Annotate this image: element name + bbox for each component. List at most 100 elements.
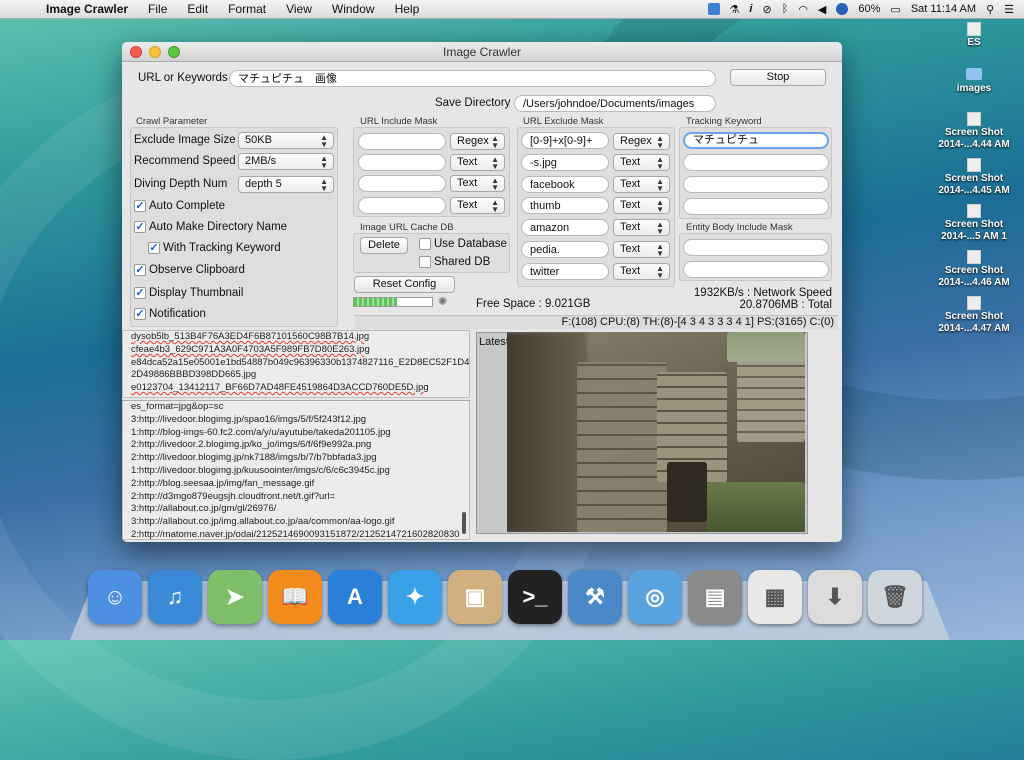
exclude-mask-input-5[interactable]: amazon xyxy=(521,219,609,236)
tracking-keyword-input-1[interactable]: マチュピチュ xyxy=(683,132,829,149)
exclude-mask-mode-7[interactable]: Text ▲ ▼ xyxy=(613,263,670,280)
menu-window[interactable]: Window xyxy=(322,2,385,16)
spotlight-icon[interactable]: ⚲ xyxy=(986,3,994,16)
downloads-icon[interactable]: ⬇ xyxy=(808,570,862,624)
app-store-icon[interactable]: A xyxy=(328,570,382,624)
free-space-label: Free Space : 9.021GB xyxy=(476,298,590,310)
entity-body-mask-input-2[interactable] xyxy=(683,261,829,278)
display-thumbnail-checkbox[interactable]: ✓ Display Thumbnail xyxy=(134,287,243,299)
diving-depth-select[interactable]: depth 5 ▲ ▼ xyxy=(238,176,334,193)
exclude-mask-input-2[interactable]: -s.jpg xyxy=(521,154,609,171)
checkmark-icon: ✓ xyxy=(134,200,146,212)
script-icon[interactable]: ⚗ xyxy=(730,3,740,16)
desktop-item-images[interactable]: images xyxy=(924,68,1024,95)
document-icon[interactable]: ▦ xyxy=(748,570,802,624)
include-mask-input-3[interactable] xyxy=(358,175,446,192)
exclude-mask-mode-3[interactable]: Text ▲ ▼ xyxy=(613,176,670,193)
desktop-item-screenshot-4[interactable]: Screen Shot 2014-...4.46 AM xyxy=(924,250,1024,289)
wifi-icon[interactable]: ◠ xyxy=(798,3,808,16)
menu-view[interactable]: View xyxy=(276,2,322,16)
exclude-mask-mode-6[interactable]: Text ▲ ▼ xyxy=(613,241,670,258)
reset-config-button[interactable]: Reset Config xyxy=(354,276,455,293)
maps-icon[interactable]: ➤ xyxy=(208,570,262,624)
file-icon xyxy=(967,22,981,36)
shared-db-checkbox[interactable]: Shared DB xyxy=(419,256,490,268)
auto-make-directory-checkbox[interactable]: ✓ Auto Make Directory Name xyxy=(134,221,287,233)
stop-button[interactable]: Stop xyxy=(730,69,826,86)
url-log-list[interactable]: es_format=jpg&op=sc 3:http://livedoor.bl… xyxy=(122,400,470,540)
exclude-mask-input-3[interactable]: facebook xyxy=(521,176,609,193)
tracking-keyword-input-2[interactable] xyxy=(683,154,829,171)
include-mask-mode-3[interactable]: Text ▲ ▼ xyxy=(450,175,505,192)
xcode-icon[interactable]: ⚒ xyxy=(568,570,622,624)
include-mask-input-1[interactable] xyxy=(358,133,446,150)
delete-cache-button[interactable]: Delete xyxy=(360,237,408,254)
window-titlebar[interactable]: Image Crawler xyxy=(122,42,842,62)
menu-help[interactable]: Help xyxy=(385,2,430,16)
exclude-mask-mode-2[interactable]: Text ▲ ▼ xyxy=(613,154,670,171)
notification-checkbox[interactable]: ✓ Notification xyxy=(134,308,206,320)
disk-utility-icon[interactable]: ▤ xyxy=(688,570,742,624)
exclude-mask-input-6[interactable]: pedia. xyxy=(521,241,609,258)
dock: ☺ ♫ ➤ 📖 A ✦ ▣ >_ ⚒ ◎ ▤ ▦ ⬇ 🗑 xyxy=(88,570,922,624)
network-icon[interactable]: ◎ xyxy=(628,570,682,624)
menu-file[interactable]: File xyxy=(138,2,177,16)
minimize-button[interactable] xyxy=(149,46,161,58)
desktop-item-screenshot-1[interactable]: Screen Shot 2014-...4.44 AM xyxy=(924,112,1024,151)
list-item: 3:http://allabout.co.jp/img.allabout.co.… xyxy=(131,516,469,529)
notification-center-icon[interactable]: ☰ xyxy=(1004,3,1014,16)
latest-image-thumbnail[interactable] xyxy=(507,332,805,532)
exclude-mask-mode-1[interactable]: Regex ▲ ▼ xyxy=(613,133,670,150)
safari-icon[interactable]: ✦ xyxy=(388,570,442,624)
recommend-speed-select[interactable]: 2MB/s ▲ ▼ xyxy=(238,153,334,170)
exclude-mask-input-4[interactable]: thumb xyxy=(521,197,609,214)
tracking-keyword-input-3[interactable] xyxy=(683,176,829,193)
input-method-icon[interactable] xyxy=(836,3,848,15)
desktop-item-screenshot-3[interactable]: Screen Shot 2014-...5 AM 1 xyxy=(924,204,1024,243)
battery-status[interactable]: 60% xyxy=(858,3,880,15)
with-tracking-keyword-checkbox[interactable]: ✓ With Tracking Keyword xyxy=(148,242,281,254)
timemachine-icon[interactable]: ⊘ xyxy=(762,3,771,16)
preview-icon[interactable]: ▣ xyxy=(448,570,502,624)
exclude-mask-input-7[interactable]: twitter xyxy=(521,263,609,280)
close-button[interactable] xyxy=(130,46,142,58)
include-mask-input-4[interactable] xyxy=(358,197,446,214)
ibooks-icon[interactable]: 📖 xyxy=(268,570,322,624)
menu-edit[interactable]: Edit xyxy=(177,2,218,16)
url-input[interactable]: マチュピチュ 画像 xyxy=(229,70,716,87)
info-icon[interactable]: i xyxy=(749,3,752,15)
trash-icon[interactable]: 🗑 xyxy=(868,570,922,624)
bluetooth-icon[interactable]: ᛒ xyxy=(782,3,789,15)
menu-app-name[interactable]: Image Crawler xyxy=(36,2,138,16)
log-scrollbar[interactable] xyxy=(462,512,466,534)
save-directory-input[interactable]: /Users/johndoe/Documents/images xyxy=(514,95,716,112)
exclude-image-size-select[interactable]: 50KB ▲ ▼ xyxy=(238,132,334,149)
total-downloaded-label: 20.8706MB : Total xyxy=(740,299,833,311)
include-mask-mode-4[interactable]: Text ▲ ▼ xyxy=(450,197,505,214)
entity-body-mask-input-1[interactable] xyxy=(683,239,829,256)
image-log-list[interactable]: dysob5lb_513B4F76A3ED4F6B87101560C98B7B1… xyxy=(122,330,470,398)
list-item: 3:http://livedoor.blogimg.jp/spao16/imgs… xyxy=(131,414,469,427)
observe-clipboard-checkbox[interactable]: ✓ Observe Clipboard xyxy=(134,264,245,276)
desktop-item-screenshot-2[interactable]: Screen Shot 2014-...4.45 AM xyxy=(924,158,1024,197)
desktop-item-screenshot-5[interactable]: Screen Shot 2014-...4.47 AM xyxy=(924,296,1024,335)
menu-format[interactable]: Format xyxy=(218,2,276,16)
exclude-mask-mode-5[interactable]: Text ▲ ▼ xyxy=(613,219,670,236)
sync-icon[interactable] xyxy=(708,3,720,15)
include-mask-mode-1[interactable]: Regex ▲ ▼ xyxy=(450,133,505,150)
exclude-mask-input-1[interactable]: [0-9]+x[0-9]+ xyxy=(521,132,609,149)
use-database-checkbox[interactable]: Use Database xyxy=(419,238,507,250)
terminal-icon[interactable]: >_ xyxy=(508,570,562,624)
include-mask-mode-2[interactable]: Text ▲ ▼ xyxy=(450,154,505,171)
itunes-icon[interactable]: ♫ xyxy=(148,570,202,624)
list-item: 1:http://livedoor.blogimg.jp/kuusoointer… xyxy=(131,465,469,478)
include-mask-input-2[interactable] xyxy=(358,154,446,171)
volume-icon[interactable]: ◀ xyxy=(818,3,826,16)
finder-icon[interactable]: ☺ xyxy=(88,570,142,624)
desktop-item-es[interactable]: ES xyxy=(924,22,1024,49)
clock[interactable]: Sat 11:14 AM xyxy=(911,3,976,15)
zoom-button[interactable] xyxy=(168,46,180,58)
exclude-mask-mode-4[interactable]: Text ▲ ▼ xyxy=(613,197,670,214)
auto-complete-checkbox[interactable]: ✓ Auto Complete xyxy=(134,200,225,212)
tracking-keyword-input-4[interactable] xyxy=(683,198,829,215)
